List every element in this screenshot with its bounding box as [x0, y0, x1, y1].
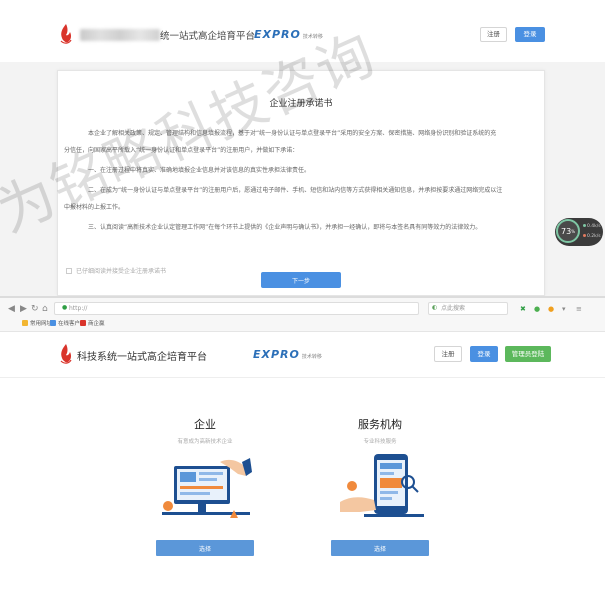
expro-logo[interactable]: EXPRO 技术转移 — [253, 348, 322, 361]
bookmark-icon — [22, 320, 28, 326]
service-org-option: 服务机构 专业科技服务 — [320, 416, 440, 445]
agree-label: 已仔细阅读并接受企业注册承诺书 — [76, 268, 167, 275]
enterprise-option: 企业 有意成为高新技术企业 — [145, 416, 265, 445]
usage-gauge: 73% — [556, 219, 580, 243]
commitment-paragraph: 三、认真阅读“高新技术企业认定管理工作网”在每个环节上提供的《企业声明与确认书》… — [88, 224, 482, 231]
download-speed: 0.2k/s — [583, 234, 601, 239]
commitment-card: 企业注册承诺书 本企业了解相关政策、规定、管理结构和信息填报流程，基于对“统一身… — [57, 70, 545, 296]
next-step-button[interactable]: 下一步 — [261, 272, 341, 288]
extension-icon[interactable]: ● — [534, 305, 540, 313]
choose-service-org-button[interactable]: 选择 — [331, 540, 429, 556]
top-header: 统一站式高企培育平台 EXPRO 技术转移 注册 登录 — [0, 0, 605, 62]
bookmark-item[interactable]: 商企赢 — [80, 319, 105, 327]
register-button[interactable]: 注册 — [434, 346, 462, 362]
extension-icon[interactable]: ● — [548, 305, 554, 313]
upload-speed: 0.4k/s — [583, 224, 601, 229]
search-icon: ◐ — [432, 304, 438, 311]
commitment-paragraph: 中报材料的上报工作。 — [64, 204, 125, 211]
home-icon[interactable]: ⌂ — [42, 304, 48, 314]
address-bar[interactable]: http:// — [54, 302, 419, 315]
expro-logo[interactable]: EXPRO 技术转移 — [254, 28, 323, 41]
forward-arrow-icon[interactable]: ▶ — [20, 304, 27, 314]
lock-icon: ● — [62, 304, 68, 311]
refresh-icon[interactable]: ↻ — [31, 304, 39, 314]
browser-search-input[interactable]: 点此搜索 — [428, 302, 508, 315]
commitment-paragraph: 本企业了解相关政策、规定、管理结构和信息填报流程，基于对“统一身份认证与单点登录… — [88, 130, 497, 137]
registration-screenshot: 统一站式高企培育平台 EXPRO 技术转移 注册 登录 企业注册承诺书 本企业了解… — [0, 0, 605, 296]
menu-icon[interactable]: ≡ — [576, 305, 582, 313]
login-button[interactable]: 登录 — [515, 27, 545, 42]
commitment-paragraph: 二、在成为“统一身份认证与单点登录平台”的注册用户后，愿通过电子邮件、手机、短信… — [88, 187, 503, 194]
extension-icon[interactable]: ▾ — [562, 305, 566, 313]
commitment-paragraph: 分信任，向国家高平所载入“统一身份认证和单点登录平台”的注册用户，并做如下承诺： — [64, 147, 299, 154]
commitment-paragraph: 一、在注册过程中将真实、准确地填报企业信息并对该信息的真实性承担法律责任。 — [88, 167, 311, 174]
login-button[interactable]: 登录 — [470, 346, 498, 362]
network-speed-widget[interactable]: 73% 0.4k/s 0.2k/s — [555, 218, 603, 246]
option-title: 企业 — [194, 418, 216, 431]
phone-illustration-icon — [340, 454, 424, 517]
bookmark-icon — [50, 320, 56, 326]
option-subtitle: 专业科技服务 — [363, 439, 397, 445]
flame-logo-icon — [60, 24, 72, 44]
blurred-site-name — [80, 29, 160, 41]
bookmark-item[interactable]: 常用网址 — [22, 319, 52, 327]
browser-toolbar: ◀ ▶ ↻ ⌂ http:// ● 点此搜索 ◐ ✖ ● ● ▾ ≡ 常用网址 … — [0, 298, 605, 332]
agree-checkbox[interactable] — [66, 267, 72, 274]
option-subtitle: 有意成为高新技术企业 — [177, 439, 233, 445]
page: 统一站式高企培育平台 EXPRO 技术转移 注册 登录 企业注册承诺书 本企业了解… — [0, 0, 605, 589]
admin-login-button[interactable]: 管理员登陆 — [505, 346, 551, 362]
card-title: 企业注册承诺书 — [269, 99, 333, 109]
site-title: 科技系统一站式高企培育平台 — [77, 352, 207, 363]
computer-illustration-icon — [162, 458, 252, 518]
choose-enterprise-button[interactable]: 选择 — [156, 540, 254, 556]
bookmark-item[interactable]: 在线客户 — [50, 319, 80, 327]
option-title: 服务机构 — [358, 418, 402, 431]
site-title: 统一站式高企培育平台 — [160, 31, 256, 42]
flame-logo-icon — [60, 344, 72, 364]
extension-icon[interactable]: ✖ — [520, 305, 526, 313]
back-arrow-icon[interactable]: ◀ — [8, 304, 15, 314]
bookmark-icon — [80, 320, 86, 326]
register-button[interactable]: 注册 — [480, 27, 507, 42]
agree-checkbox-row[interactable]: 已仔细阅读并接受企业注册承诺书 — [66, 266, 166, 275]
